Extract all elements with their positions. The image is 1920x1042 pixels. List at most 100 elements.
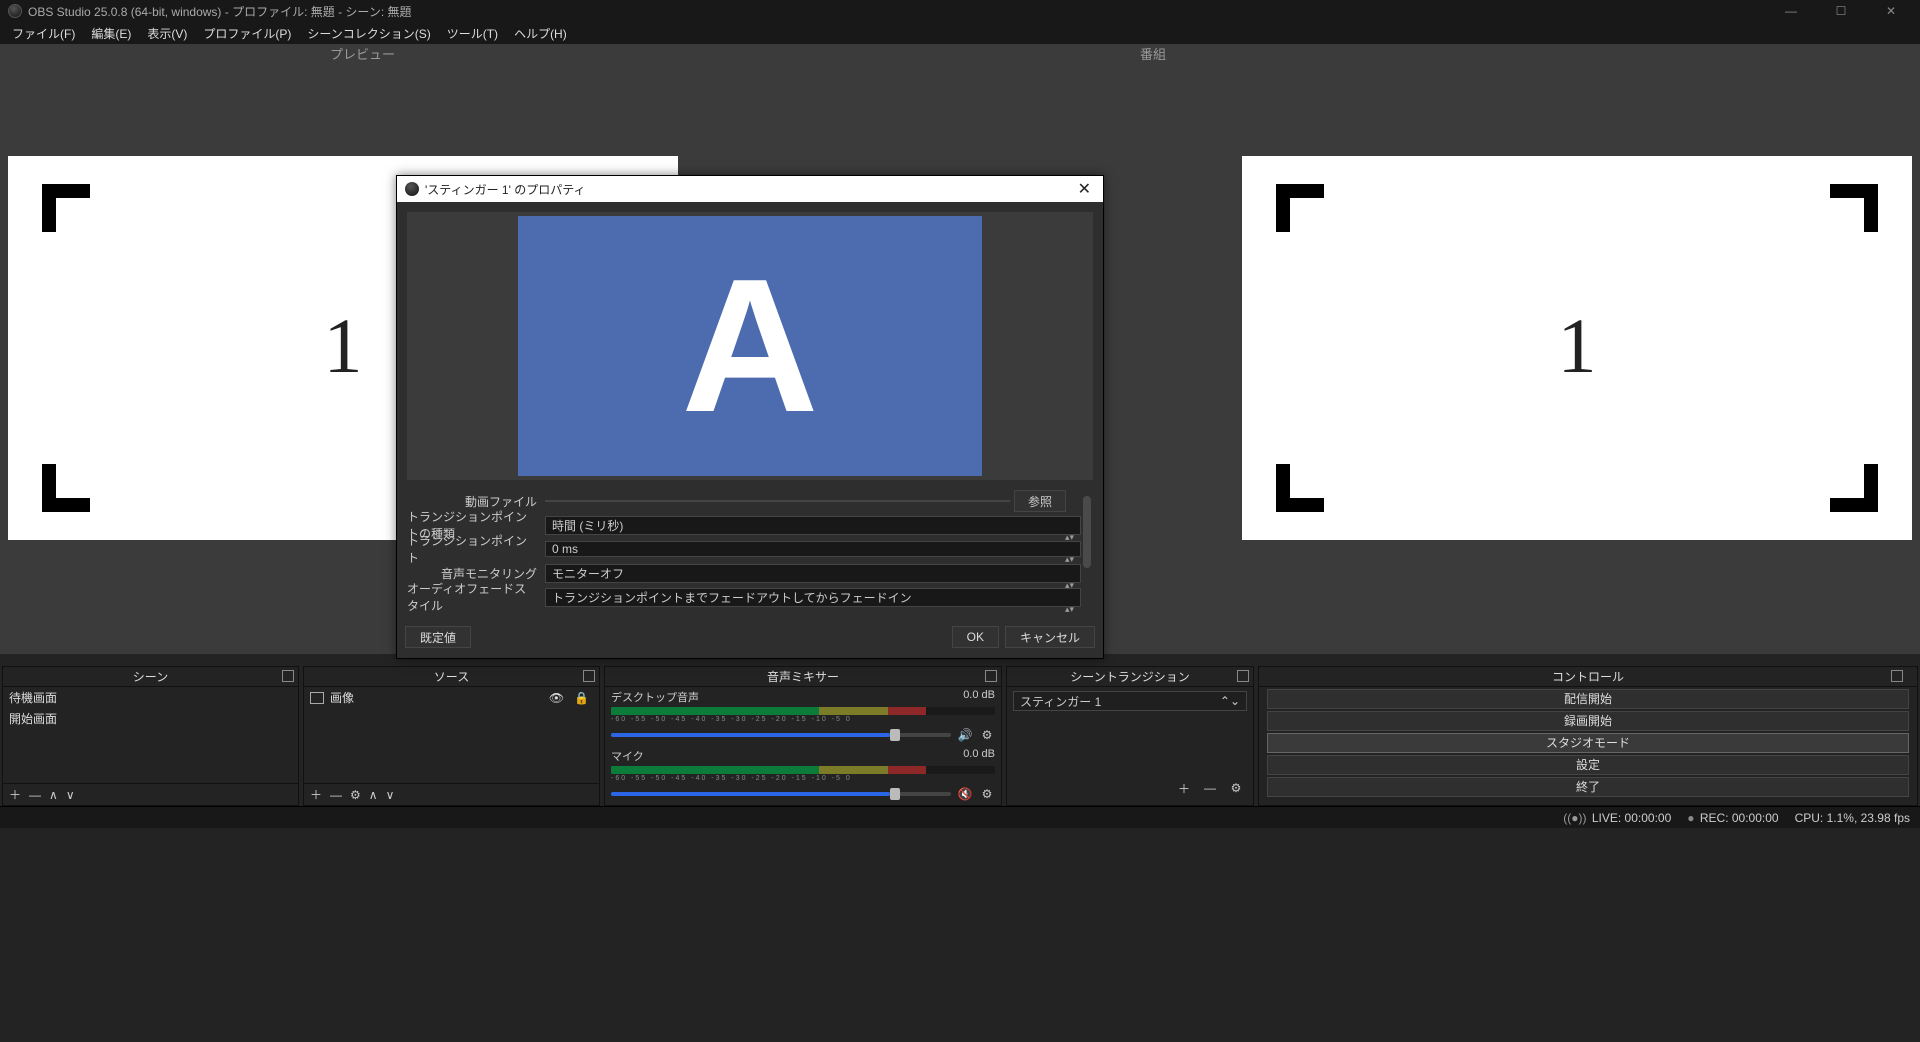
source-label: 画像 xyxy=(330,689,354,706)
statusbar: ((●)) LIVE: 00:00:00 ● REC: 00:00:00 CPU… xyxy=(0,806,1920,828)
preview-labels: プレビュー 番組 xyxy=(0,44,1920,66)
dialog-preview: A xyxy=(407,212,1093,480)
popout-icon[interactable] xyxy=(1891,670,1903,682)
chevron-down-icon: ⌃⌄ xyxy=(1220,694,1240,708)
maximize-button[interactable]: ☐ xyxy=(1828,4,1854,18)
transition-properties-button[interactable]: ⚙ xyxy=(1225,777,1247,799)
audio-monitoring-select[interactable]: モニターオフ ▴▾ xyxy=(545,564,1081,583)
spinner-icon[interactable]: ▴▾ xyxy=(1065,556,1074,563)
dock-title-text: コントロール xyxy=(1552,670,1624,684)
controls-dock: コントロール 配信開始 録画開始 スタジオモード 設定 終了 xyxy=(1258,666,1918,806)
studio-mode-button[interactable]: スタジオモード xyxy=(1267,733,1909,753)
controls-dock-title: コントロール xyxy=(1259,667,1917,687)
transitions-dock: シーントランジション スティンガー 1 ⌃⌄ ＋ — ⚙ xyxy=(1006,666,1254,806)
menu-help[interactable]: ヘルプ(H) xyxy=(506,23,575,44)
remove-transition-button[interactable]: — xyxy=(1199,777,1221,799)
remove-scene-button[interactable]: — xyxy=(29,788,41,802)
window-titlebar: OBS Studio 25.0.8 (64-bit, windows) - プロ… xyxy=(0,0,1920,22)
menu-tools[interactable]: ツール(T) xyxy=(439,23,506,44)
gear-icon[interactable]: ⚙ xyxy=(979,728,995,742)
speaker-icon[interactable]: 🔊 xyxy=(957,728,973,742)
audio-fade-style-select[interactable]: トランジションポイントまでフェードアウトしてからフェードイン ▴▾ xyxy=(545,588,1081,607)
gear-icon[interactable]: ⚙ xyxy=(979,787,995,801)
dock-title-text: シーン xyxy=(133,670,168,684)
mixer-dock-title: 音声ミキサー xyxy=(605,667,1001,687)
menu-profile[interactable]: プロファイル(P) xyxy=(195,23,299,44)
close-button[interactable]: ✕ xyxy=(1878,4,1904,18)
transition-select[interactable]: スティンガー 1 ⌃⌄ xyxy=(1013,691,1247,711)
add-scene-button[interactable]: ＋ xyxy=(9,786,21,803)
popout-icon[interactable] xyxy=(583,670,595,682)
source-down-button[interactable]: ∨ xyxy=(386,788,395,802)
scene-down-button[interactable]: ∨ xyxy=(66,788,75,802)
transition-point-label: トランジションポイント xyxy=(407,538,545,560)
exit-button[interactable]: 終了 xyxy=(1267,777,1909,797)
scene-item[interactable]: 待機画面 xyxy=(3,687,298,708)
channel-level: 0.0 dB xyxy=(963,689,995,705)
form-scrollbar[interactable] xyxy=(1081,490,1093,610)
bracket-icon xyxy=(1830,464,1878,512)
start-recording-button[interactable]: 録画開始 xyxy=(1267,711,1909,731)
cancel-button[interactable]: キャンセル xyxy=(1005,626,1095,648)
add-transition-button[interactable]: ＋ xyxy=(1173,777,1195,799)
dock-title-text: 音声ミキサー xyxy=(767,670,839,684)
menu-view[interactable]: 表示(V) xyxy=(139,23,195,44)
browse-button[interactable]: 参照 xyxy=(1014,490,1066,512)
popout-icon[interactable] xyxy=(1237,670,1249,682)
transition-point-input[interactable]: 0 ms ▴▾ xyxy=(545,541,1081,557)
source-up-button[interactable]: ∧ xyxy=(369,788,378,802)
stinger-properties-dialog: 'スティンガー 1' のプロパティ ✕ A 動画ファイル トランジションポイント… xyxy=(396,175,1104,659)
scrollbar-thumb[interactable] xyxy=(1083,496,1091,568)
scenes-dock: シーン 待機画面 開始画面 ＋ — ∧ ∨ xyxy=(2,666,299,806)
volume-slider[interactable] xyxy=(611,792,951,796)
settings-button[interactable]: 設定 xyxy=(1267,755,1909,775)
program-label: 番組 xyxy=(1140,44,1166,63)
dialog-title: 'スティンガー 1' のプロパティ xyxy=(425,181,1074,198)
window-title: OBS Studio 25.0.8 (64-bit, windows) - プロ… xyxy=(28,3,1778,20)
scene-item[interactable]: 開始画面 xyxy=(3,708,298,729)
program-canvas[interactable]: 1 xyxy=(1242,156,1912,540)
source-item[interactable]: 画像 👁 🔒 xyxy=(304,687,599,708)
menu-edit[interactable]: 編集(E) xyxy=(83,23,139,44)
speaker-muted-icon[interactable]: 🔇 xyxy=(957,787,973,801)
canvas-number: 1 xyxy=(324,301,363,391)
volume-slider[interactable] xyxy=(611,733,951,737)
ok-button[interactable]: OK xyxy=(952,626,999,648)
remove-source-button[interactable]: — xyxy=(330,788,342,802)
audio-meter xyxy=(611,766,995,774)
transition-point-type-select[interactable]: 時間 (ミリ秒) ▴▾ xyxy=(545,516,1081,535)
obs-icon xyxy=(405,182,419,196)
menu-scene-collection[interactable]: シーンコレクション(S) xyxy=(299,23,438,44)
start-streaming-button[interactable]: 配信開始 xyxy=(1267,689,1909,709)
visibility-toggle[interactable]: 👁 xyxy=(543,691,570,705)
cpu-status: CPU: 1.1%, 23.98 fps xyxy=(1795,811,1910,825)
scene-up-button[interactable]: ∧ xyxy=(49,788,58,802)
minimize-button[interactable]: — xyxy=(1778,4,1804,18)
stinger-letter: A xyxy=(681,237,818,455)
preview-label: プレビュー xyxy=(330,44,395,63)
defaults-button[interactable]: 既定値 xyxy=(405,626,471,648)
transitions-dock-title: シーントランジション xyxy=(1007,667,1253,687)
add-source-button[interactable]: ＋ xyxy=(310,786,322,803)
channel-level: 0.0 dB xyxy=(963,748,995,764)
channel-name: マイク xyxy=(611,748,644,764)
popout-icon[interactable] xyxy=(985,670,997,682)
audio-meter xyxy=(611,707,995,715)
video-file-input[interactable] xyxy=(545,500,1010,502)
rec-status: ● REC: 00:00:00 xyxy=(1687,811,1778,825)
bracket-icon xyxy=(1276,184,1324,232)
bracket-icon xyxy=(1830,184,1878,232)
menu-file[interactable]: ファイル(F) xyxy=(4,23,83,44)
sources-dock-title: ソース xyxy=(304,667,599,687)
popout-icon[interactable] xyxy=(282,670,294,682)
source-properties-button[interactable]: ⚙ xyxy=(350,788,361,802)
record-icon: ● xyxy=(1687,811,1694,825)
transition-selected: スティンガー 1 xyxy=(1020,693,1101,710)
dialog-close-button[interactable]: ✕ xyxy=(1074,179,1095,199)
audio-mixer-dock: 音声ミキサー デスクトップ音声 0.0 dB -60 -55 -50 -45 -… xyxy=(604,666,1002,806)
lock-toggle[interactable]: 🔒 xyxy=(570,691,593,705)
meter-ticks: -60 -55 -50 -45 -40 -35 -30 -25 -20 -15 … xyxy=(611,716,995,726)
docks-row: シーン 待機画面 開始画面 ＋ — ∧ ∨ ソース 画像 👁 🔒 xyxy=(0,666,1920,806)
bracket-icon xyxy=(1276,464,1324,512)
dialog-titlebar[interactable]: 'スティンガー 1' のプロパティ ✕ xyxy=(397,176,1103,202)
